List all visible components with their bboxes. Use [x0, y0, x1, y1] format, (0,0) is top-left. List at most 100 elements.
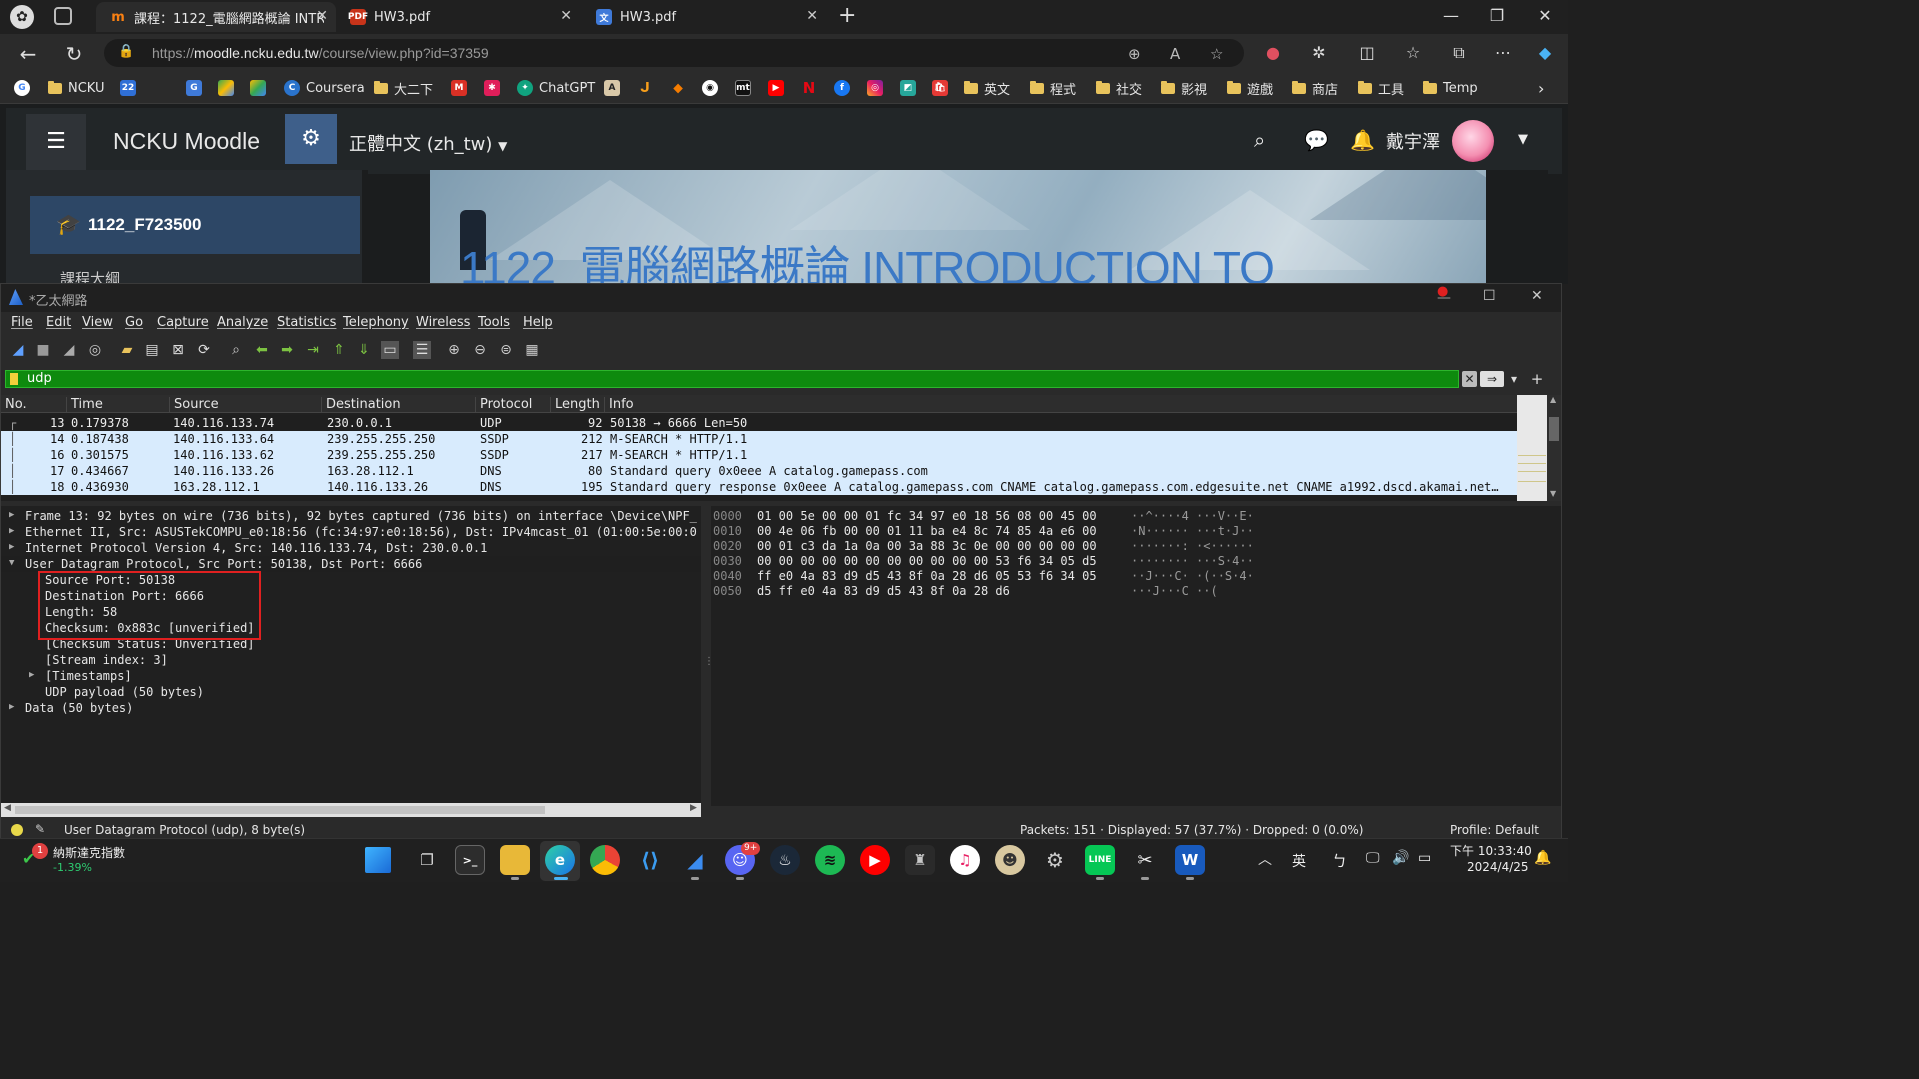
- apple-bookmark-icon[interactable]: [154, 79, 176, 97]
- close-file-icon[interactable]: ⊠: [169, 341, 187, 359]
- menu-capture[interactable]: Capture: [157, 315, 209, 330]
- column-source[interactable]: Source: [169, 397, 219, 413]
- bookmark-games[interactable]: 遊戲: [1227, 79, 1273, 98]
- menu-statistics[interactable]: Statistics: [277, 315, 336, 330]
- url-input[interactable]: 🔒 https://moodle.ncku.edu.tw/course/view…: [104, 39, 1244, 67]
- zoom-out-icon[interactable]: ⊖: [471, 341, 489, 359]
- close-icon[interactable]: ✕: [560, 8, 572, 24]
- bookmark-sophomore[interactable]: 大二下: [374, 79, 433, 98]
- bookmark-tools[interactable]: 工具: [1358, 79, 1404, 98]
- capture-comment-icon[interactable]: ✎: [35, 822, 45, 836]
- go-forward-arrow-icon[interactable]: ➡: [278, 341, 296, 359]
- menu-edit[interactable]: Edit: [46, 315, 71, 330]
- details-horizontal-scrollbar[interactable]: ◀ ▶: [1, 803, 701, 817]
- tab-hw3-pdf[interactable]: PDF HW3.pdf ✕: [336, 2, 580, 32]
- menu-file[interactable]: File: [11, 315, 33, 330]
- clear-filter-icon[interactable]: ✕: [1462, 371, 1477, 387]
- scroll-up-arrow-icon[interactable]: ▲: [1550, 395, 1556, 404]
- spotify-icon[interactable]: ≋: [815, 845, 845, 875]
- resize-columns-icon[interactable]: ▦: [523, 341, 541, 359]
- menu-go[interactable]: Go: [125, 315, 143, 330]
- open-file-folder-icon[interactable]: ▰: [118, 341, 136, 359]
- autoscroll-icon[interactable]: ▭: [381, 341, 399, 359]
- zoom-in-icon[interactable]: ⊕: [445, 341, 463, 359]
- menu-wireless[interactable]: Wireless: [416, 315, 470, 330]
- close-window-icon[interactable]: ✕: [1531, 288, 1543, 304]
- back-icon[interactable]: ←: [16, 42, 40, 66]
- bookmark-store[interactable]: 商店: [1292, 79, 1338, 98]
- menu-tools[interactable]: Tools: [478, 315, 510, 330]
- line-icon[interactable]: LINE: [1085, 845, 1115, 875]
- scroll-thumb[interactable]: [15, 806, 545, 814]
- close-window-icon[interactable]: ✕: [1530, 6, 1560, 25]
- youtube-music-icon[interactable]: ▶: [860, 845, 890, 875]
- start-capture-fin-icon[interactable]: ◢: [9, 341, 27, 359]
- scroll-down-arrow-icon[interactable]: ▼: [1550, 489, 1556, 498]
- sidebar-course-item[interactable]: 🎓 1122_F723500: [30, 196, 360, 254]
- column-info[interactable]: Info: [604, 397, 634, 413]
- tree-row-udp[interactable]: ▼ User Datagram Protocol, Src Port: 50138…: [1, 556, 701, 572]
- expert-info-status-icon[interactable]: [11, 824, 23, 836]
- chevron-right-icon[interactable]: ›: [1538, 79, 1544, 98]
- clock-time[interactable]: 下午 10:33:40: [1450, 842, 1532, 859]
- collapse-arrow-icon[interactable]: ▼: [9, 558, 21, 568]
- volume-icon[interactable]: 🔊: [1392, 850, 1409, 866]
- expand-arrow-icon[interactable]: ▶: [9, 542, 21, 552]
- github-bookmark-icon[interactable]: ◉: [702, 79, 724, 97]
- scroll-right-arrow-icon[interactable]: ▶: [690, 803, 697, 813]
- windows-start-icon[interactable]: [365, 847, 391, 873]
- ime-indicator[interactable]: 英: [1292, 851, 1306, 871]
- bookmark-coursera[interactable]: C Coursera: [284, 79, 365, 97]
- packet-list-scrollbar[interactable]: ▲ ▼: [1547, 395, 1561, 501]
- filter-history-chevron-down-icon[interactable]: ▾: [1508, 371, 1520, 387]
- packet-row[interactable]: │ 18 0.436930 163.28.112.1 140.116.133.2…: [1, 479, 1517, 495]
- tree-row-stream-index[interactable]: [Stream index: 3]: [1, 652, 701, 668]
- read-aloud-icon[interactable]: A: [1170, 45, 1180, 63]
- more-menu-icon[interactable]: ⋯: [1492, 43, 1514, 62]
- status-profile[interactable]: Profile: Default: [1450, 823, 1539, 837]
- translate-bookmark-icon[interactable]: G: [186, 79, 208, 97]
- terminal-icon[interactable]: >_: [455, 845, 485, 875]
- expand-arrow-icon[interactable]: ▶: [9, 702, 21, 712]
- tree-row-timestamps[interactable]: ▶ [Timestamps]: [1, 668, 701, 684]
- calendar-bookmark-icon[interactable]: 22: [120, 79, 142, 97]
- bookmark-chatgpt[interactable]: ✦ ChatGPT: [517, 79, 595, 97]
- reload-file-icon[interactable]: ⟳: [195, 341, 213, 359]
- clock-date[interactable]: 2024/4/25: [1467, 860, 1529, 874]
- expand-arrow-icon[interactable]: ▶: [9, 510, 21, 520]
- chat-bubble-icon[interactable]: 💬: [1304, 128, 1329, 152]
- bookmark-social[interactable]: 社交: [1096, 79, 1142, 98]
- youtube-bookmark-icon[interactable]: ▶: [768, 79, 790, 97]
- tree-row-source-port[interactable]: Source Port: 50138: [1, 572, 701, 588]
- file-explorer-icon[interactable]: [500, 845, 530, 875]
- search-icon[interactable]: ⌕: [1254, 128, 1265, 152]
- gear-icon[interactable]: ⚙: [285, 114, 337, 164]
- extension-icon[interactable]: ●: [1262, 43, 1284, 62]
- network-icon[interactable]: 🖵: [1366, 850, 1380, 866]
- column-time[interactable]: Time: [66, 397, 103, 413]
- instagram-bookmark-icon[interactable]: ◎: [867, 79, 889, 97]
- anthropic-bookmark-icon[interactable]: A: [604, 79, 626, 97]
- chrome-icon[interactable]: [590, 845, 620, 875]
- apply-filter-arrow-icon[interactable]: ⇒: [1480, 371, 1504, 387]
- split-screen-icon[interactable]: ◫: [1356, 43, 1378, 62]
- zoom-icon[interactable]: ⊕: [1128, 45, 1141, 63]
- browser-profile-icon[interactable]: ✿: [10, 5, 34, 29]
- facebook-bookmark-icon[interactable]: f: [834, 79, 856, 97]
- steam-icon[interactable]: ♨: [770, 845, 800, 875]
- gmail-bookmark-icon[interactable]: M: [451, 79, 473, 97]
- packet-minimap[interactable]: [1517, 395, 1547, 501]
- slack-bookmark-icon[interactable]: ✱: [484, 79, 506, 97]
- vscode-icon[interactable]: ⟨⟩: [635, 845, 665, 875]
- bookmark-programming[interactable]: 程式: [1030, 79, 1076, 98]
- app-bookmark-icon[interactable]: ◩: [900, 79, 922, 97]
- tab-course[interactable]: m 課程：1122_電腦網路概論 INTRO ✕: [96, 2, 336, 32]
- column-destination[interactable]: Destination: [321, 397, 401, 413]
- word-icon[interactable]: W: [1175, 845, 1205, 875]
- game-launcher-icon[interactable]: ♜: [905, 845, 935, 875]
- tree-row-udp-payload[interactable]: UDP payload (50 bytes): [1, 684, 701, 700]
- minimize-icon[interactable]: —: [1437, 290, 1451, 306]
- copilot-icon[interactable]: ◆: [1534, 43, 1556, 62]
- google-bookmark-icon[interactable]: G: [14, 79, 36, 97]
- menu-view[interactable]: View: [82, 315, 113, 330]
